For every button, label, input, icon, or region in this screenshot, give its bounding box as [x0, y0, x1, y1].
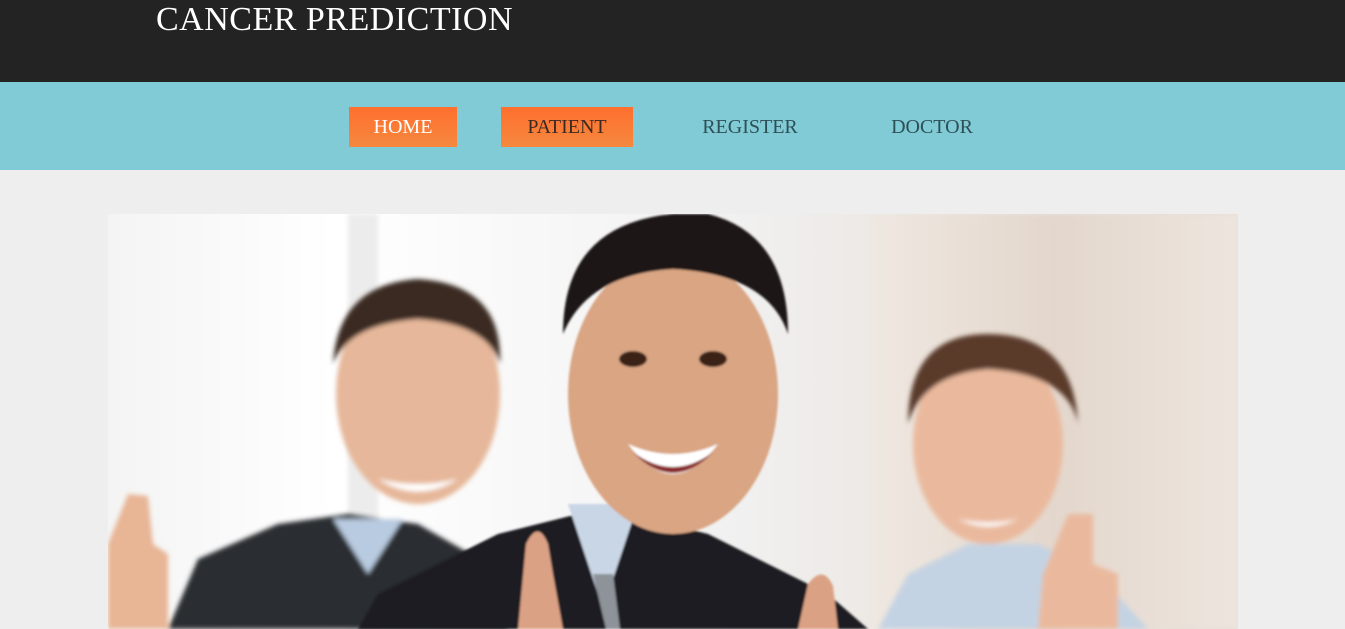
- site-header: CANCER PREDICTION: [0, 0, 1345, 82]
- hero-banner-image: [108, 214, 1238, 629]
- nav-item-home[interactable]: HOME: [349, 107, 457, 147]
- nav-item-register[interactable]: REGISTER: [683, 107, 817, 147]
- site-title: CANCER PREDICTION: [156, 1, 514, 38]
- hero-photo: [108, 214, 1238, 629]
- nav-item-patient[interactable]: PATIENT: [501, 107, 633, 147]
- nav-item-doctor[interactable]: DOCTOR: [873, 107, 991, 147]
- main-nav: HOME PATIENT REGISTER DOCTOR: [0, 82, 1345, 170]
